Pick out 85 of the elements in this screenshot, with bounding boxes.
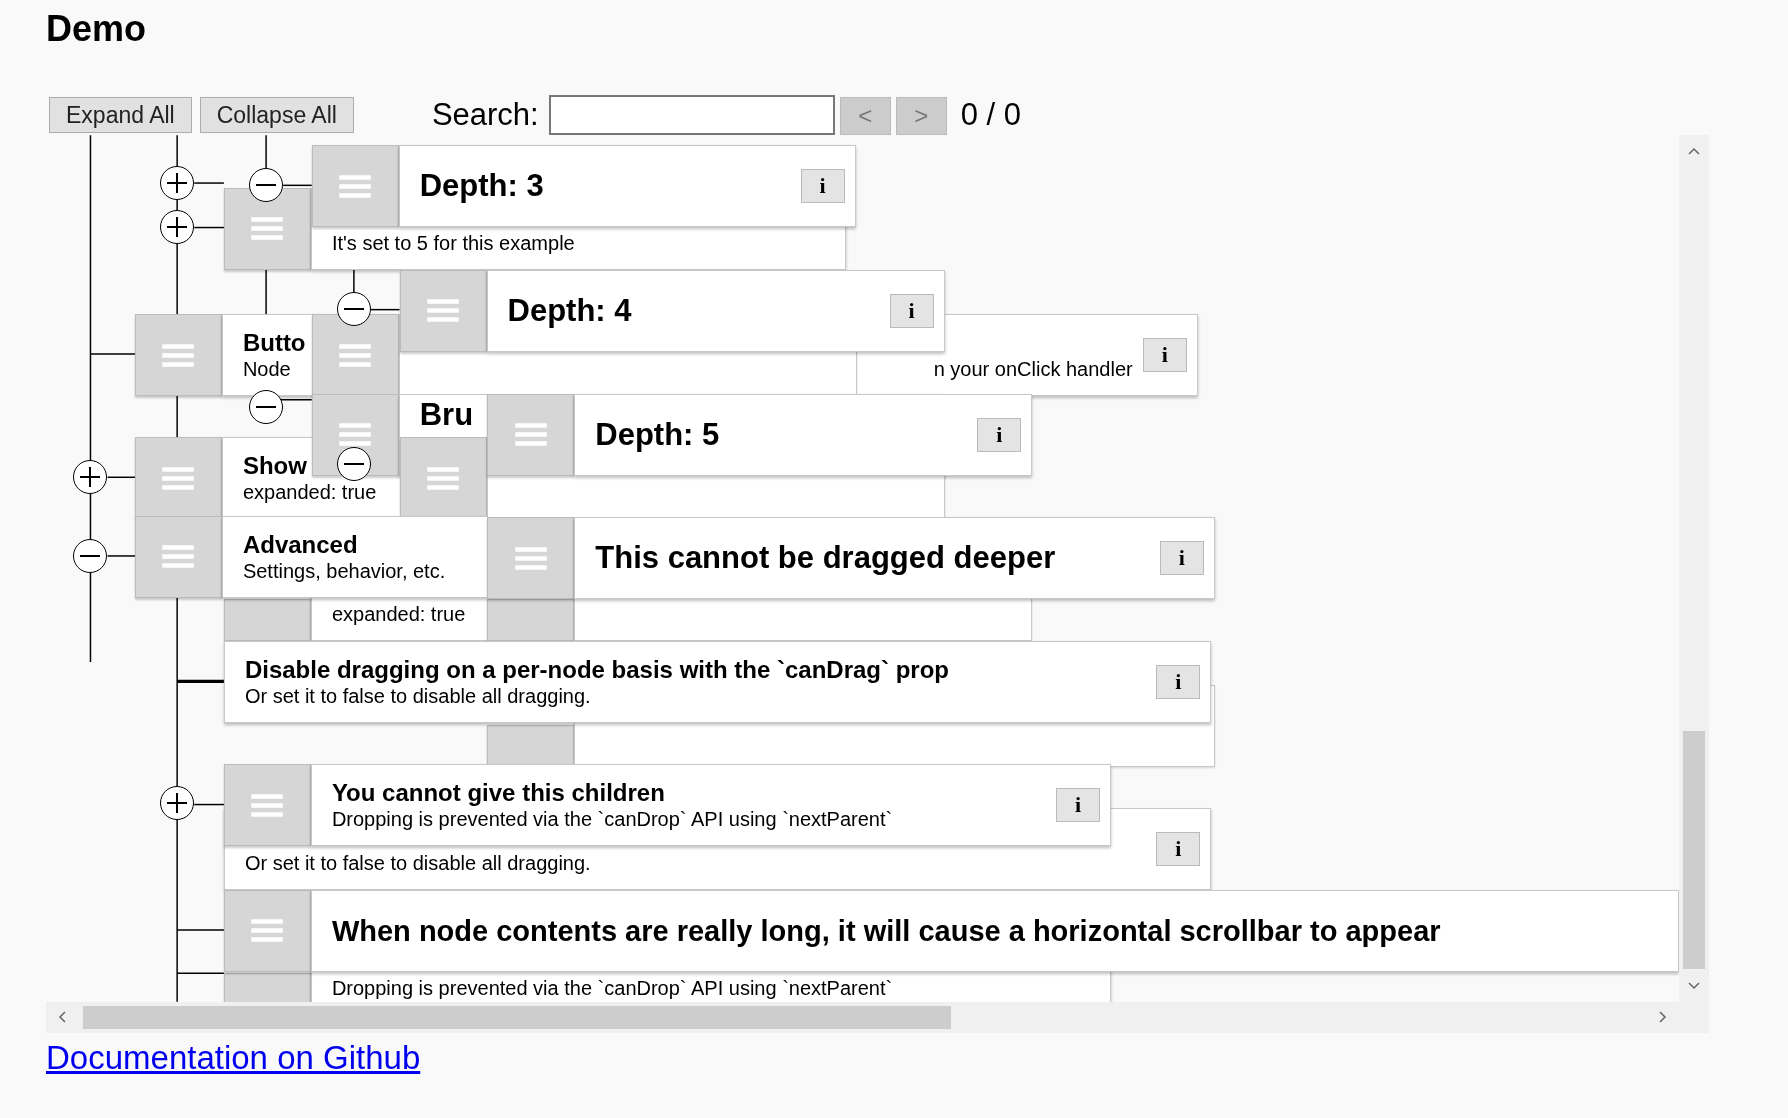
node-subtitle: expanded: true [242, 480, 377, 505]
drag-handle[interactable] [134, 314, 222, 396]
info-button[interactable]: i [800, 169, 845, 204]
node-title: This cannot be dragged deeper [595, 540, 1056, 576]
drag-handle-icon [338, 421, 373, 449]
connector-line [193, 226, 225, 229]
drag-handle[interactable] [311, 314, 399, 396]
node-title: Butto [242, 329, 306, 357]
node-subtitle: Dropping is prevented via the `canDrop` API using `nextParent` [331, 976, 893, 1001]
vertical-scrollbar[interactable] [1679, 135, 1709, 1002]
scroll-left-icon[interactable] [58, 1011, 66, 1023]
node-title: Show [242, 452, 307, 481]
collapse-button[interactable] [73, 538, 108, 573]
node-subtitle: Node [242, 357, 291, 381]
drag-handle-icon [161, 341, 196, 369]
search-label: Search: [431, 96, 539, 134]
drag-handle[interactable] [399, 269, 487, 352]
connector-line [193, 803, 225, 806]
match-count: 0 / 0 [960, 96, 1022, 134]
info-button[interactable]: i [1156, 831, 1201, 866]
drag-handle[interactable] [134, 515, 222, 598]
connector-line [370, 308, 401, 311]
drag-handle-icon [513, 544, 548, 572]
drag-handle-icon [338, 341, 373, 369]
node-title: Advanced [242, 530, 358, 559]
documentation-link[interactable]: Documentation on Github [46, 1039, 421, 1077]
node-subtitle: Dropping is prevented via the `canDrop` API using `nextParent` [331, 807, 893, 832]
info-button[interactable]: i [1159, 541, 1204, 575]
drag-handle-icon [426, 464, 460, 492]
drag-handle-icon [513, 421, 548, 449]
page-title: Demo [46, 9, 148, 49]
info-button[interactable]: i [889, 293, 934, 328]
node-subtitle: Or set it to false to disable all dragging. [244, 684, 591, 709]
node-subtitle: Or set it to false to disable all dragging. [244, 850, 591, 875]
connector-line [193, 182, 225, 184]
drag-handle[interactable] [487, 517, 575, 599]
drag-handle[interactable] [223, 764, 311, 847]
connector-line [106, 476, 136, 478]
scroll-up-icon[interactable] [1688, 147, 1700, 155]
expand-button[interactable] [73, 460, 108, 494]
drag-handle-icon [426, 297, 460, 325]
expand-button[interactable] [160, 210, 194, 245]
node-subtitle: It's set to 5 for this example [331, 230, 575, 255]
node-title: Depth: 4 [507, 292, 632, 329]
scroll-down-icon[interactable] [1688, 982, 1700, 990]
node-title: Depth: 3 [419, 168, 544, 205]
expand-button[interactable] [160, 165, 194, 200]
drag-handle[interactable] [487, 724, 575, 767]
node-title: Bru [419, 396, 474, 433]
drag-handle-icon [250, 791, 285, 819]
connector-line [106, 555, 136, 557]
node-title: Disable dragging on a per-node basis with the `canDrag` prop [244, 656, 949, 685]
drag-handle[interactable] [487, 393, 575, 476]
info-button[interactable]: i [1142, 338, 1187, 372]
drag-handle-icon [250, 917, 285, 945]
drag-handle-icon [250, 215, 285, 242]
drag-handle[interactable] [487, 599, 575, 642]
drag-handle-icon [161, 543, 196, 571]
connector-line [282, 184, 313, 187]
drag-handle[interactable] [223, 889, 311, 972]
expand-all-button[interactable]: Expand All [49, 97, 192, 133]
collapse-all-button[interactable]: Collapse All [199, 97, 354, 133]
node-title: You cannot give this children [331, 779, 665, 808]
drag-handle-icon [161, 464, 196, 492]
collapse-button[interactable] [249, 390, 283, 425]
drag-handle[interactable] [223, 599, 311, 642]
scrollbar-thumb[interactable] [1683, 731, 1705, 969]
expand-button[interactable] [160, 786, 194, 821]
info-button[interactable]: i [1056, 788, 1101, 823]
drag-handle-icon [338, 172, 373, 200]
node-title: When node contents are really long, it will cause a horizontal scrollbar to appear [331, 913, 1441, 949]
node-title: Depth: 5 [595, 416, 720, 453]
drag-handle[interactable] [311, 145, 399, 228]
node-subtitle: n your onClick handler [933, 357, 1133, 381]
scrollbar-thumb[interactable] [83, 1006, 951, 1029]
info-button[interactable]: i [977, 417, 1022, 452]
node-subtitle: Settings, behavior, etc. [242, 558, 446, 583]
collapse-button[interactable] [249, 168, 283, 203]
collapse-button[interactable] [336, 292, 371, 327]
horizontal-scrollbar[interactable] [46, 1002, 1679, 1033]
info-button[interactable]: i [1156, 665, 1201, 700]
scroll-right-icon[interactable] [1659, 1011, 1667, 1023]
node-subtitle: expanded: true [331, 602, 466, 627]
drag-handle[interactable] [223, 187, 311, 270]
search-field[interactable] [548, 95, 835, 135]
